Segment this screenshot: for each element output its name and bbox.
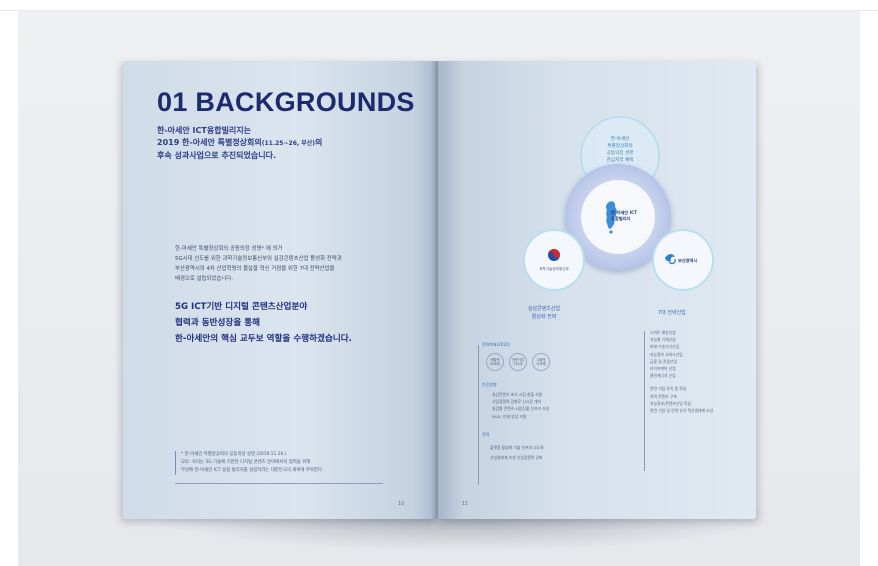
left-sub-heading: 전략 [482,432,490,437]
summit-line: 관심지역 채택 [606,158,634,163]
footnote-line: 부산에 한-아세안 ICT 융합 빌리지를 설립하려는 대한민국의 계획에 주목… [181,468,324,473]
village-circle: 한-아세안 ICT 융합빌리지 [581,180,655,254]
left-heading-line: 활성화 전략 [531,314,557,320]
emphasis-line: 협력과 동반성장을 통해 [175,318,261,328]
list-item: 플랫폼 활성화 기술 인프라 고도화 [490,445,544,450]
body-line: 5G시대 선도를 위한 과학기술정보통신부와 실감콘텐츠산업 활성화 전략과 [175,256,342,262]
list-item: 지역 콘텐츠 구축 [650,393,677,399]
emphasis-line: 5G ICT기반 디지털 콘텐츠산업분야 [175,302,308,312]
summit-line: 공동의장 성명 [606,151,634,156]
list-item: 실감콘텐츠 초기 시장 창출 지원 [492,392,543,397]
intro-line-2: 2019 한-아세안 특별정상회의(11.25~26, 부산)의 [157,137,397,150]
intro-text: 한-아세안 ICT융합빌리지는 2019 한-아세안 특별정상회의(11.25~… [157,125,397,162]
target-circle: 매출액 20조원 [486,353,504,371]
industry-list: 스마트 해양산업 지능형 기계산업 미래 수송기기산업 지능정보 서비스산업 금… [650,329,713,414]
list-item: 금융 및 관광산업 [650,358,677,364]
list-item: 산업생태계 조성 산업경쟁력 강화 [490,455,543,460]
left-heading-line: 실감콘텐츠산업 [527,306,561,312]
left-sub-heading: 추진방향 [482,382,497,387]
footnote-divider [175,483,383,484]
busan-label: 부산광역시 [678,258,698,263]
body-line: 배경으로 설립되었습니다. [175,276,233,282]
target-circles: 매출액 20조원 전문기업 150개 수출액 15조원 [486,353,550,371]
list-item: 지능형 기계산업 [650,337,676,343]
list-item: 관련 기업 유치 및 육성 [650,386,687,392]
ministry-circle: 과학기술정보통신부 [523,229,585,291]
emphasis-text: 5G ICT기반 디지털 콘텐츠산업분야 협력과 동반성장을 통해 한-아세안의… [175,299,425,347]
left-page: 01 BACKGROUNDS 한-아세안 ICT융합빌리지는 2019 한-아세… [123,61,438,519]
footnote: * 한-아세안 특별정상회의 공동의장 성명 (2019.11.26.) 모토:… [175,451,391,475]
body-paragraph: 한-아세안 특별정상회의 공동의장 성명* 에 의거 5G시대 선도를 위한 과… [175,244,425,284]
intro-line-2b: (11.25~26, 부산) [261,140,316,147]
target-value: 20조원 [490,362,500,366]
list-item: 관련 기업 및 인력 유치 혁신생태계 조성 [650,408,714,414]
list-item: 미래 수송기기산업 [650,344,680,350]
left-column-rule [478,345,479,485]
intro-line-3: 후속 성과사업으로 추진되었습니다. [157,151,277,160]
list-item: 사업경쟁력 강화로 신시장 개척 [492,399,542,405]
target-circle: 수출액 15조원 [532,353,550,371]
list-item: 라이프케어 산업 [650,366,676,372]
list-item: 실감형 콘텐츠 시장진출 인프라 조성 [492,406,550,412]
busan-circle: 부산광역시 [652,229,714,291]
left-page-number: 10 [398,501,405,507]
target-value: 15조원 [536,362,546,366]
right-column-heading: 7대 전략산업 [658,310,686,316]
summit-circle-text: 한-아세안 특별정상회의 공동의장 성명 관심지역 채택 [582,136,658,164]
footnote-line: 모토: 우리는 5G 기술에 기반한 디지털 콘텐츠 분야에서의 협력을 위해 [181,460,311,465]
list-item: R&D, 인재 양성 지원 [492,413,527,419]
top-bar [0,0,878,11]
left-sub-heading: 전략목표(2022) [482,342,511,347]
list-item: 지능정보 서비스산업 [650,351,683,357]
village-circle-text: 한-아세안 ICT 융합빌리지 [611,210,655,222]
taegeuk-icon [548,249,560,261]
village-line: 융합빌리지 [611,216,631,221]
summit-line: 한-아세안 [610,137,630,142]
summit-line: 특별정상회의 [607,144,633,149]
footnote-line: * 한-아세안 특별정상회의 공동의장 성명 (2019.11.26.) [181,452,287,457]
strategy-list: 플랫폼 활성화 기술 인프라 고도화 산업생태계 조성 산업경쟁력 강화 [490,443,544,463]
intro-line-2a: 2019 한-아세안 특별정상회의 [157,138,262,147]
right-page: 한-아세안 특별정상회의 공동의장 성명 관심지역 채택 한-아세안 ICT 융… [438,61,756,519]
list-item: 스마트 해양산업 [650,330,676,335]
body-line: 부산광역시의 4차 산업혁명의 물살을 혁신 거점을 위한 7대 전략산업을 [175,266,335,272]
target-value: 150개 [513,362,523,366]
intro-line-2c: 의 [315,138,323,147]
photo-scene: 01 BACKGROUNDS 한-아세안 ICT융합빌리지는 2019 한-아세… [18,11,860,566]
target-circle: 전문기업 150개 [509,353,527,371]
page-title: 01 BACKGROUNDS [157,87,415,117]
right-column-rule [644,331,645,471]
emphasis-line: 한-아세안의 핵심 교두보 역할을 수행하겠습니다. [175,334,352,344]
list-item: 지능정보/콘텐츠산업 육성 [650,400,691,406]
intro-line-1: 한-아세안 ICT융합빌리지는 [157,126,252,135]
left-column-heading: 실감콘텐츠산업 활성화 전략 [509,305,579,321]
body-line: 한-아세안 특별정상회의 공동의장 성명* 에 의거 [175,246,283,252]
ministry-label: 과학기술정보통신부 [539,267,569,271]
right-page-number: 11 [462,501,469,507]
list-item: 클린에너지 산업 [650,373,676,379]
direction-list: 실감콘텐츠 초기 시장 창출 지원 사업경쟁력 강화로 신시장 개척 실감형 콘… [492,391,549,420]
